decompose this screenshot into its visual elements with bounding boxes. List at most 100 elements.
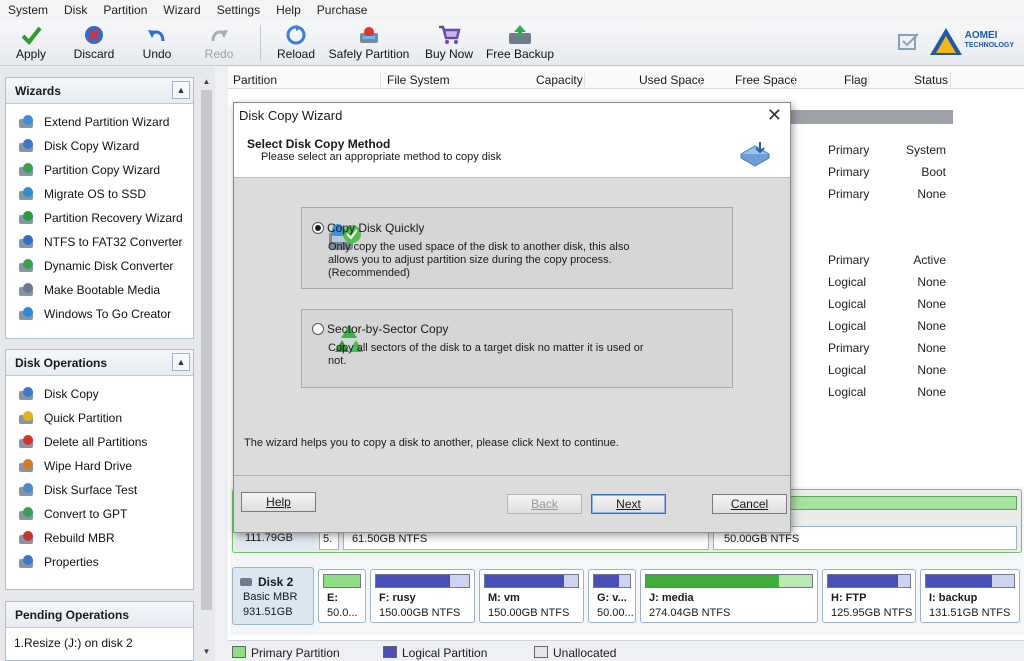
partition-copy-icon bbox=[18, 162, 34, 178]
disk2-partition[interactable]: G: v... 50.00... bbox=[588, 569, 636, 623]
scrollbar-thumb[interactable] bbox=[201, 90, 212, 610]
settings-check-icon[interactable] bbox=[897, 30, 921, 52]
menu-help[interactable]: Help bbox=[272, 3, 305, 17]
wizard-item[interactable]: Partition Copy Wizard bbox=[6, 158, 193, 182]
wizard-item[interactable]: Dynamic Disk Converter bbox=[6, 254, 193, 278]
scroll-up-icon[interactable]: ▲ bbox=[199, 74, 214, 88]
radio-unselected[interactable] bbox=[312, 323, 324, 335]
table-row[interactable]: Logical None bbox=[788, 319, 988, 337]
brand-text: AOMEI TECHNOLOGY bbox=[964, 30, 1014, 50]
wizard-item[interactable]: Extend Partition Wizard bbox=[6, 110, 193, 134]
menu-bar: System Disk Partition Wizard Settings He… bbox=[0, 0, 1024, 20]
table-row[interactable]: Primary Boot bbox=[788, 165, 988, 183]
disk2-partition[interactable]: E: 50.0... bbox=[318, 569, 366, 623]
wizard-item[interactable]: Migrate OS to SSD bbox=[6, 182, 193, 206]
buy-now-button[interactable]: Buy Now bbox=[417, 20, 481, 66]
menu-settings[interactable]: Settings bbox=[213, 3, 264, 17]
menu-wizard[interactable]: Wizard bbox=[159, 3, 204, 17]
table-row[interactable]: Primary None bbox=[788, 187, 988, 205]
scroll-down-icon[interactable]: ▼ bbox=[199, 644, 214, 658]
partition-info: 50.00... bbox=[597, 607, 634, 619]
table-row[interactable]: Logical None bbox=[788, 275, 988, 293]
disk-operation-item[interactable]: Quick Partition bbox=[6, 406, 193, 430]
wizard-item[interactable]: Disk Copy Wizard bbox=[6, 134, 193, 158]
table-row[interactable]: Primary Active bbox=[788, 253, 988, 271]
wizard-item[interactable]: Partition Recovery Wizard bbox=[6, 206, 193, 230]
disk-icon bbox=[240, 578, 252, 586]
menu-partition[interactable]: Partition bbox=[99, 3, 151, 17]
col-capacity[interactable]: Capacity bbox=[536, 73, 583, 87]
disk-operation-item[interactable]: Convert to GPT bbox=[6, 502, 193, 526]
table-row[interactable]: Primary None bbox=[788, 341, 988, 359]
dialog-divider bbox=[234, 475, 790, 476]
redo-button[interactable]: Redo bbox=[188, 20, 250, 66]
menu-disk[interactable]: Disk bbox=[60, 3, 91, 17]
disk2-partition[interactable]: F: rusy 150.00GB NTFS bbox=[370, 569, 475, 623]
convert-icon bbox=[18, 234, 34, 250]
wizard-item-label: Windows To Go Creator bbox=[44, 307, 172, 321]
col-partition[interactable]: Partition bbox=[233, 73, 277, 87]
disk2-info[interactable]: Disk 2 Basic MBR 931.51GB bbox=[232, 567, 314, 625]
disk-operations-panel-header: Disk Operations ▲ bbox=[6, 350, 193, 376]
help-button[interactable]: Help bbox=[241, 492, 316, 512]
unallocated-swatch bbox=[534, 646, 548, 658]
table-row[interactable]: Primary System bbox=[788, 143, 988, 161]
col-flag[interactable]: Flag bbox=[844, 73, 867, 87]
sector-by-sector-radio[interactable]: Sector-by-Sector Copy bbox=[312, 322, 448, 336]
partition-usage-fill bbox=[646, 575, 779, 587]
copy-disk-quickly-radio[interactable]: Copy Disk Quickly bbox=[312, 221, 424, 235]
disk-copy-icon bbox=[18, 138, 34, 154]
redo-icon bbox=[206, 23, 232, 47]
disk-operation-item[interactable]: Rebuild MBR bbox=[6, 526, 193, 550]
disk-operation-item[interactable]: Properties bbox=[6, 550, 193, 574]
windows-icon bbox=[18, 306, 34, 322]
next-button[interactable]: Next bbox=[591, 494, 666, 514]
close-icon[interactable]: ✕ bbox=[767, 105, 782, 126]
wizard-item[interactable]: NTFS to FAT32 Converter bbox=[6, 230, 193, 254]
table-row[interactable]: Logical None bbox=[788, 385, 988, 403]
partition-label: E: bbox=[327, 592, 338, 604]
partition-info: 125.95GB NTFS bbox=[831, 607, 913, 619]
pending-operation-item[interactable]: 1.Resize (J:) on disk 2 bbox=[6, 628, 193, 658]
partition-label: H: FTP bbox=[831, 592, 867, 604]
reload-button[interactable]: Reload bbox=[271, 20, 321, 66]
safely-partition-button[interactable]: Safely Partition bbox=[321, 20, 417, 66]
undo-button[interactable]: Undo bbox=[126, 20, 188, 66]
menu-system[interactable]: System bbox=[4, 3, 52, 17]
disk-operation-item[interactable]: Wipe Hard Drive bbox=[6, 454, 193, 478]
partition-usage-fill bbox=[828, 575, 898, 587]
disk2-partition[interactable]: M: vm 150.00GB NTFS bbox=[479, 569, 584, 623]
discard-button[interactable]: Discard bbox=[62, 20, 126, 66]
collapse-disk-operations-button[interactable]: ▲ bbox=[172, 353, 190, 371]
table-row[interactable]: Logical None bbox=[788, 297, 988, 315]
disk-operation-item[interactable]: Disk Copy bbox=[6, 382, 193, 406]
flag-cell: Logical bbox=[828, 363, 867, 377]
radio-selected[interactable] bbox=[312, 222, 324, 234]
col-file-system[interactable]: File System bbox=[387, 73, 450, 87]
disk2-partition[interactable]: J: media 274.04GB NTFS bbox=[640, 569, 818, 623]
back-button[interactable]: Back bbox=[507, 494, 582, 514]
col-free-space[interactable]: Free Space bbox=[735, 73, 797, 87]
apply-button[interactable]: Apply bbox=[0, 20, 62, 66]
col-used-space[interactable]: Used Space bbox=[639, 73, 704, 87]
wizard-item[interactable]: Windows To Go Creator bbox=[6, 302, 193, 326]
partition-usage-bar bbox=[484, 574, 579, 588]
wizard-item[interactable]: Make Bootable Media bbox=[6, 278, 193, 302]
free-backup-button[interactable]: Free Backup bbox=[481, 20, 559, 66]
disk2-partition[interactable]: I: backup 131.51GB NTFS bbox=[920, 569, 1020, 623]
partition-label: J: media bbox=[649, 592, 694, 604]
cancel-button[interactable]: Cancel bbox=[712, 494, 787, 514]
disk2-partition[interactable]: H: FTP 125.95GB NTFS bbox=[822, 569, 916, 623]
table-row[interactable]: Logical None bbox=[788, 363, 988, 381]
toolbar: Apply Discard Undo Redo Reload Safely Pa… bbox=[0, 20, 1024, 66]
menu-purchase[interactable]: Purchase bbox=[313, 3, 372, 17]
status-cell: None bbox=[917, 297, 946, 311]
partition-info: 131.51GB NTFS bbox=[929, 607, 1011, 619]
disk-operation-item[interactable]: Disk Surface Test bbox=[6, 478, 193, 502]
col-status[interactable]: Status bbox=[914, 73, 948, 87]
wizards-panel: Wizards ▲ Extend Partition Wizard Disk Co… bbox=[5, 77, 194, 339]
disk-operation-item[interactable]: Delete all Partitions bbox=[6, 430, 193, 454]
disk-header-row[interactable] bbox=[788, 110, 953, 124]
sidebar-scrollbar[interactable]: ▲ ▼ bbox=[199, 72, 214, 661]
collapse-wizards-button[interactable]: ▲ bbox=[172, 81, 190, 99]
